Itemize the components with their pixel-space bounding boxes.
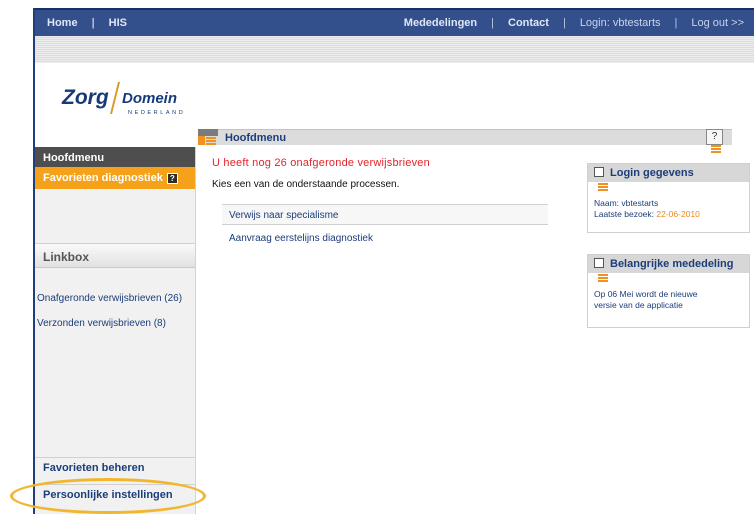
notice-panel-title: Belangrijke mededeling <box>610 258 734 270</box>
notice-text-line2: versie van de applicatie <box>594 300 683 310</box>
process-aanvraag-diagnostiek[interactable]: Aanvraag eerstelijns diagnostiek <box>229 233 373 244</box>
section-corner-icon <box>198 129 218 145</box>
logo-domein: Domein <box>122 90 178 107</box>
notice-text-line1: Op 06 Mei wordt de nieuwe <box>594 289 698 299</box>
nav-his-link[interactable]: HIS <box>109 17 127 29</box>
header-stripes <box>35 36 754 63</box>
login-name: Naam: vbtestarts <box>594 198 659 208</box>
process-verwijs-specialisme[interactable]: Verwijs naar specialisme <box>229 210 339 221</box>
last-visit-label: Laatste bezoek: <box>594 209 655 219</box>
highlight-ellipse <box>10 478 206 514</box>
logout-link[interactable]: Log out >> <box>691 17 744 29</box>
linkbox-header: Linkbox <box>35 243 195 268</box>
orange-lines-icon <box>598 183 608 185</box>
edit-icon <box>594 167 604 177</box>
sidebar-item-favorieten-beheren[interactable]: Favorieten beheren <box>35 457 195 479</box>
alert-message: U heeft nog 26 onafgeronde verwijsbrieve… <box>212 157 430 169</box>
link-verzonden-verwijsbrieven[interactable]: Verzonden verwijsbrieven (8) <box>37 318 166 329</box>
orange-lines-icon <box>598 274 608 276</box>
top-nav-bar: Home | HIS Mededelingen | Contact | Login: vbt… <box>35 8 754 36</box>
nav-mededelingen-link[interactable]: Mededelingen <box>404 17 477 29</box>
help-icon[interactable]: ? <box>166 172 178 184</box>
sidebar-item-favorieten-diagnostiek[interactable]: Favorieten diagnostiek? <box>35 167 195 189</box>
edit-icon <box>594 258 604 268</box>
sidebar-header-hoofdmenu[interactable]: Hoofdmenu <box>35 147 195 167</box>
link-onafgeronde-verwijsbrieven[interactable]: Onafgeronde verwijsbrieven (26) <box>37 293 182 304</box>
notice-panel: Belangrijke mededeling Op 06 Mei wordt d… <box>587 254 750 328</box>
help-button[interactable]: ? <box>706 129 723 145</box>
logo-zorg: Zorg <box>62 86 109 109</box>
nav-contact-link[interactable]: Contact <box>508 17 549 29</box>
sidebar-item-label: Favorieten diagnostiek <box>43 172 163 184</box>
last-visit-date: 22-06-2010 <box>656 209 700 219</box>
intro-text: Kies een van de onderstaande processen. <box>212 179 400 190</box>
login-panel: Login gegevens Naam: vbtestarts Laatste … <box>587 163 750 233</box>
nav-home-link[interactable]: Home <box>47 17 78 29</box>
logo-region: NEDERLAND <box>128 110 186 116</box>
login-status: Login: vbtestarts <box>579 17 661 29</box>
login-panel-title: Login gegevens <box>610 167 694 179</box>
main-title: Hoofdmenu <box>198 129 732 145</box>
orange-lines-icon <box>711 145 721 147</box>
